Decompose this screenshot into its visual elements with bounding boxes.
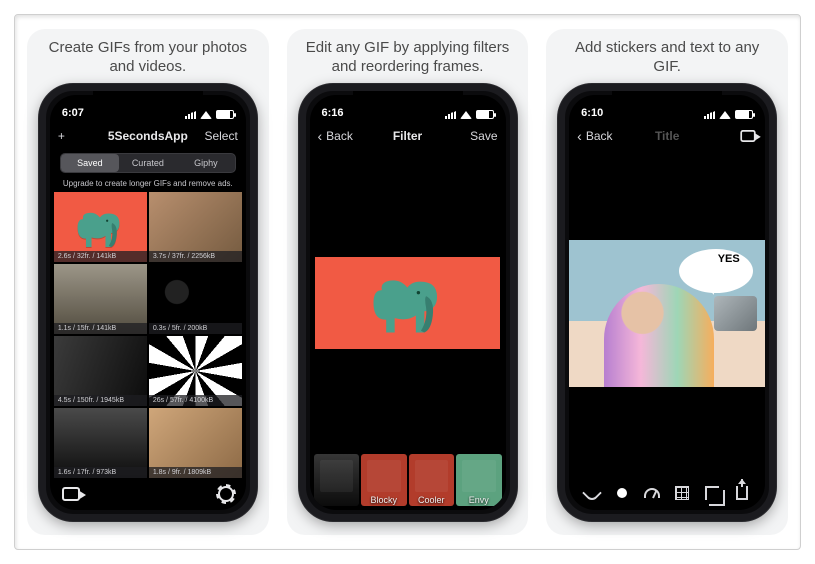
editor-canvas[interactable] [310,151,506,454]
phone-3: 6:10 ‹Back Title [558,84,776,521]
status-time: 6:10 [581,107,603,119]
gif-meta: 1.8s / 9fr. / 1809kB [149,467,242,478]
nav-bar: ‹Back Filter Save [310,121,506,151]
segment-curated[interactable]: Curated [119,154,177,172]
crop-icon[interactable] [704,485,720,501]
sticker-text[interactable]: YES [718,253,740,265]
gif-meta: 26s / 57fr. / 4100kB [149,395,242,406]
segmented-control[interactable]: Saved Curated Giphy [60,153,236,173]
gif-meta: 1.6s / 17fr. / 973kB [54,467,147,478]
grid-icon[interactable] [674,485,690,501]
filter-option-blocky[interactable]: Blocky [361,454,407,506]
back-button[interactable]: ‹Back [318,128,358,144]
filter-strip: Blocky Cooler Envy [310,454,506,510]
caption-3: Add stickers and text to any GIF. [554,39,780,84]
gif-meta: 1.1s / 15fr. / 141kB [54,323,147,334]
person-figure [604,284,714,387]
select-button[interactable]: Select [198,129,238,143]
wifi-icon [200,111,212,119]
tag-icon[interactable] [62,487,80,501]
background-prop [714,296,757,331]
phone-1: 6:07 + 5SecondsApp Select Saved [39,84,257,521]
filter-option[interactable] [314,454,360,506]
nav-bar: + 5SecondsApp Select [50,121,246,151]
segment-saved[interactable]: Saved [61,154,119,172]
upgrade-banner[interactable]: Upgrade to create longer GIFs and remove… [50,177,246,192]
filter-option-cooler[interactable]: Cooler [409,454,455,506]
gif-cell[interactable]: 3.7s / 37fr. / 2256kB [149,192,242,262]
wifi-icon [719,111,731,119]
speed-icon[interactable] [644,485,660,501]
bottom-bar [50,478,246,510]
screenshot-panel-3: Add stickers and text to any GIF. 6:10 ‹… [546,29,788,535]
gif-cell[interactable]: 2.6s / 32fr. / 141kB [54,192,147,262]
gif-meta: 3.7s / 37fr. / 2256kB [149,251,242,262]
status-time: 6:07 [62,107,84,119]
gif-meta: 4.5s / 150fr. / 1945kB [54,395,147,406]
back-button[interactable]: ‹Back [577,128,617,144]
add-button[interactable]: + [58,129,98,143]
battery-icon [476,110,494,119]
battery-icon [216,110,234,119]
share-icon[interactable] [734,485,750,501]
wrench-icon[interactable] [584,485,600,501]
chevron-left-icon: ‹ [577,128,582,144]
gif-cell[interactable]: 0.3s / 5fr. / 200kB [149,264,242,334]
caption-2: Edit any GIF by applying filters and reo… [295,39,521,84]
photo-content: YES [569,240,765,387]
gif-meta: 2.6s / 32fr. / 141kB [54,251,147,262]
screenshot-panel-1: Create GIFs from your photos and videos.… [27,29,269,535]
gif-cell[interactable]: 4.5s / 150fr. / 1945kB [54,336,147,406]
battery-icon [735,110,753,119]
screen-title: Filter [393,129,422,143]
phone-2: 6:16 ‹Back Filter Save [299,84,517,521]
gif-cell[interactable]: 1.8s / 9fr. / 1809kB [149,408,242,478]
elephant-icon [72,203,128,252]
gear-icon[interactable] [218,486,234,502]
app-store-screenshots: Create GIFs from your photos and videos.… [14,14,801,550]
sticker-canvas[interactable]: YES [569,151,765,476]
gif-cell[interactable]: 1.6s / 17fr. / 973kB [54,408,147,478]
gif-meta: 0.3s / 5fr. / 200kB [149,323,242,334]
nav-bar: ‹Back Title [569,121,765,151]
elephant-icon [365,266,450,340]
gif-cell[interactable]: 1.1s / 15fr. / 141kB [54,264,147,334]
app-title: 5SecondsApp [108,129,188,143]
chevron-left-icon: ‹ [318,128,323,144]
tag-icon[interactable] [741,130,756,142]
wifi-icon [460,111,472,119]
editor-toolbar [569,476,765,510]
caption-1: Create GIFs from your photos and videos. [35,39,261,84]
screenshot-panel-2: Edit any GIF by applying filters and reo… [287,29,529,535]
screen-title: Title [655,129,679,143]
segment-giphy[interactable]: Giphy [177,154,235,172]
gif-cell[interactable]: 26s / 57fr. / 4100kB [149,336,242,406]
save-button[interactable]: Save [458,129,498,143]
status-time: 6:16 [322,107,344,119]
record-icon[interactable] [614,485,630,501]
filter-option-envy[interactable]: Envy [456,454,502,506]
gif-grid: 2.6s / 32fr. / 141kB 3.7s / 37fr. / 2256… [50,192,246,478]
